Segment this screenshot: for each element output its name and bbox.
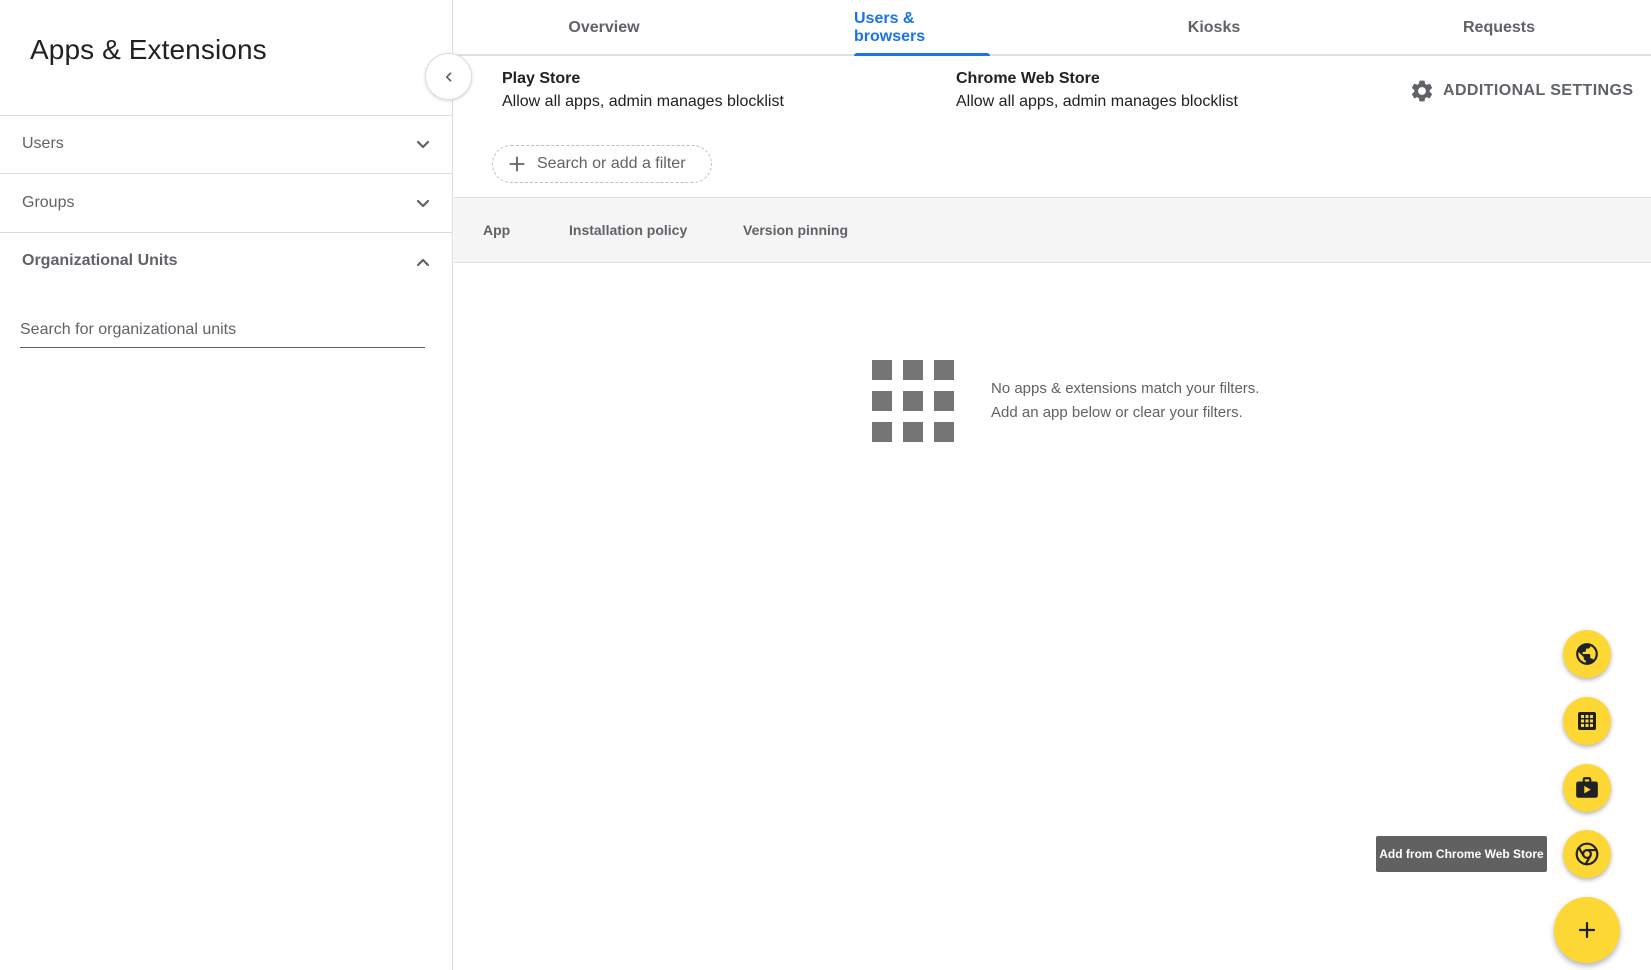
gear-icon bbox=[1411, 80, 1433, 102]
tab-overview[interactable]: Overview bbox=[554, 0, 654, 56]
page-title: Apps & Extensions bbox=[30, 34, 267, 65]
add-from-play-store-button[interactable] bbox=[1563, 764, 1611, 812]
plus-icon bbox=[509, 156, 525, 172]
chrome-web-store-setting: Chrome Web Store Allow all apps, admin m… bbox=[956, 68, 1238, 114]
globe-icon bbox=[1576, 643, 1598, 665]
chevron-up-icon bbox=[416, 258, 430, 267]
filter-placeholder: Search or add a filter bbox=[537, 155, 686, 172]
additional-settings-label: ADDITIONAL SETTINGS bbox=[1443, 82, 1634, 99]
play-store-icon bbox=[1576, 777, 1598, 798]
sidebar-section-users[interactable]: Users bbox=[0, 116, 453, 174]
fab-tooltip: Add from Chrome Web Store bbox=[1376, 836, 1547, 872]
search-filter-input[interactable]: Search or add a filter bbox=[492, 145, 712, 183]
chevron-down-icon bbox=[416, 140, 430, 149]
chrome-icon bbox=[1575, 842, 1599, 866]
sidebar-section-groups[interactable]: Groups bbox=[0, 175, 453, 233]
add-android-app-button[interactable] bbox=[1563, 697, 1611, 745]
org-unit-search-input[interactable] bbox=[20, 312, 425, 348]
sidebar-section-label: Organizational Units bbox=[22, 252, 178, 269]
additional-settings-button[interactable]: ADDITIONAL SETTINGS bbox=[1409, 76, 1633, 106]
main-content: Overview Users & browsers Kiosks Request… bbox=[454, 0, 1651, 970]
chevron-down-icon bbox=[416, 199, 430, 208]
sidebar-section-label: Users bbox=[22, 135, 64, 152]
tab-requests[interactable]: Requests bbox=[1454, 0, 1544, 56]
tab-users-browsers[interactable]: Users & browsers bbox=[854, 0, 990, 56]
tab-kiosks[interactable]: Kiosks bbox=[1174, 0, 1254, 56]
store-policy: Allow all apps, admin manages blocklist bbox=[502, 93, 784, 110]
plus-icon bbox=[1578, 921, 1596, 939]
sidebar-section-org-units[interactable]: Organizational Units bbox=[0, 233, 453, 291]
add-app-fab[interactable] bbox=[1554, 897, 1620, 963]
empty-state-message: No apps & extensions match your filters.… bbox=[991, 377, 1259, 425]
table-header: App Installation policy Version pinning bbox=[454, 197, 1651, 263]
empty-state-line-1: No apps & extensions match your filters. bbox=[991, 380, 1260, 397]
store-policy: Allow all apps, admin manages blocklist bbox=[956, 93, 1238, 110]
play-store-setting: Play Store Allow all apps, admin manages… bbox=[502, 68, 784, 114]
add-from-chrome-web-store-button[interactable] bbox=[1563, 830, 1611, 878]
sidebar: Apps & Extensions Users Groups Organizat… bbox=[0, 0, 453, 970]
collapse-sidebar-button[interactable] bbox=[425, 53, 472, 100]
column-header-version-pinning[interactable]: Version pinning bbox=[743, 222, 848, 238]
chevron-left-icon bbox=[445, 71, 451, 82]
tab-bar: Overview Users & browsers Kiosks Request… bbox=[454, 0, 1651, 56]
column-header-app[interactable]: App bbox=[483, 222, 510, 238]
add-web-app-button[interactable] bbox=[1563, 630, 1611, 678]
empty-state-line-2: Add an app below or clear your filters. bbox=[991, 404, 1243, 421]
apps-grid-icon bbox=[872, 360, 954, 442]
sidebar-section-label: Groups bbox=[22, 194, 75, 211]
store-name: Chrome Web Store bbox=[956, 70, 1100, 87]
column-header-installation-policy[interactable]: Installation policy bbox=[569, 222, 687, 238]
grid-app-icon bbox=[1578, 712, 1596, 730]
store-name: Play Store bbox=[502, 70, 581, 87]
